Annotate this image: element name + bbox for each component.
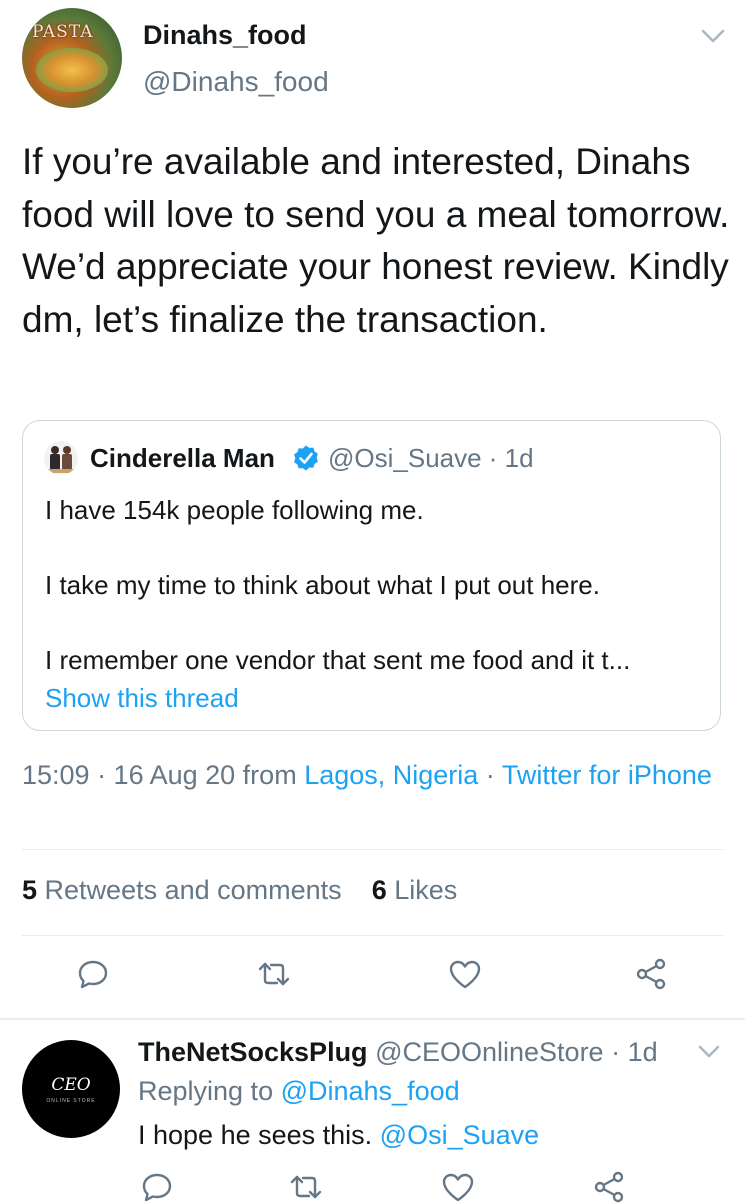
reply-avatar-subtext: ONLINE STORE bbox=[46, 1098, 96, 1104]
share-icon[interactable] bbox=[592, 1170, 626, 1204]
quoted-author-handle: @Osi_Suave · 1d bbox=[328, 443, 534, 473]
replying-to-link[interactable]: @Dinahs_food bbox=[281, 1076, 460, 1106]
tweet-stats: 5 Retweets and comments 6 Likes bbox=[22, 875, 457, 906]
tweet-meta: 15:09 · 16 Aug 20 from Lagos, Nigeria · … bbox=[22, 756, 722, 794]
replying-to: Replying to @Dinahs_food bbox=[138, 1076, 460, 1107]
client-link[interactable]: Twitter for iPhone bbox=[502, 760, 712, 790]
likes-label: Likes bbox=[394, 875, 458, 905]
show-thread-link[interactable]: Show this thread bbox=[45, 683, 239, 714]
share-icon[interactable] bbox=[634, 957, 668, 991]
likes-count: 6 bbox=[371, 875, 387, 905]
retweet-icon[interactable] bbox=[257, 957, 291, 991]
like-icon[interactable] bbox=[448, 957, 482, 991]
avatar-food-plate bbox=[36, 48, 108, 92]
reply-icon[interactable] bbox=[76, 957, 110, 991]
tweet-text: If you’re available and interested, Dina… bbox=[22, 141, 730, 340]
author-handle[interactable]: @Dinahs_food bbox=[143, 66, 329, 98]
reply-author-name[interactable]: TheNetSocksPlug bbox=[138, 1037, 368, 1067]
verified-badge-icon bbox=[294, 445, 318, 471]
author-name[interactable]: Dinahs_food bbox=[143, 20, 307, 51]
quoted-author-avatar bbox=[44, 441, 78, 475]
reply-text-body: I hope he sees this. bbox=[138, 1120, 380, 1150]
location-link[interactable]: Lagos, Nigeria bbox=[304, 760, 478, 790]
reply-author-handle[interactable]: @CEOOnlineStore · 1d bbox=[375, 1037, 658, 1067]
reply-avatar-logo: CEO bbox=[51, 1075, 91, 1095]
replying-to-label: Replying to bbox=[138, 1076, 281, 1106]
chevron-down-icon[interactable] bbox=[697, 1044, 721, 1059]
reply-author-avatar[interactable]: CEO ONLINE STORE bbox=[22, 1040, 120, 1138]
retweet-icon[interactable] bbox=[289, 1170, 323, 1204]
reply-author[interactable]: TheNetSocksPlug @CEOOnlineStore · 1d bbox=[138, 1037, 658, 1068]
divider bbox=[22, 935, 723, 936]
reply-icon[interactable] bbox=[140, 1170, 174, 1204]
section-divider bbox=[0, 1018, 745, 1020]
retweets-count: 5 bbox=[22, 875, 38, 905]
mention-link[interactable]: @Osi_Suave bbox=[380, 1120, 539, 1150]
retweets-stat[interactable]: 5 Retweets and comments bbox=[22, 875, 342, 905]
quoted-text-line: I remember one vendor that sent me food … bbox=[45, 645, 631, 675]
avatar-logo-text: PASTA bbox=[32, 22, 94, 42]
reply-text: I hope he sees this. @Osi_Suave bbox=[138, 1120, 539, 1151]
tweet-timestamp: 15:09 · 16 Aug 20 from bbox=[22, 760, 305, 790]
author-avatar[interactable]: PASTA bbox=[22, 8, 122, 108]
quoted-author-name: Cinderella Man bbox=[90, 443, 275, 473]
quoted-text-line: I take my time to think about what I put… bbox=[45, 570, 600, 600]
quoted-text-line: I have 154k people following me. bbox=[45, 495, 424, 525]
retweets-label: Retweets and comments bbox=[44, 875, 342, 905]
divider bbox=[22, 849, 723, 850]
chevron-down-icon[interactable] bbox=[700, 28, 726, 44]
likes-stat[interactable]: 6 Likes bbox=[372, 875, 458, 905]
meta-separator: · bbox=[478, 760, 502, 790]
like-icon[interactable] bbox=[441, 1170, 475, 1204]
